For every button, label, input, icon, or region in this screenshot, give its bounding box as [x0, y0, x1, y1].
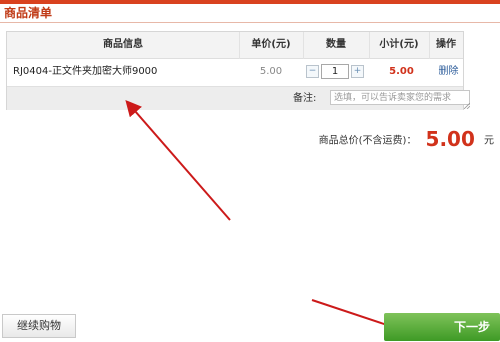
header-product-info: 商品信息 [103, 39, 143, 50]
quantity-input[interactable]: 1 [321, 64, 349, 79]
total-unit: 元 [484, 135, 494, 147]
order-total: 商品总价(不含运费)： 5.00 元 [319, 127, 494, 153]
total-label: 商品总价(不含运费)： [318, 135, 417, 147]
total-amount: 5.00 [425, 127, 475, 151]
plus-icon[interactable]: + [351, 65, 364, 78]
header-subtotal: 小计(元) [379, 39, 419, 50]
unit-price: 5.00 [259, 66, 283, 77]
row-subtotal: 5.00 [389, 66, 414, 77]
title-divider [0, 22, 500, 23]
product-name[interactable]: RJ0404-正文件夹加密大师9000 [13, 59, 228, 85]
delete-link[interactable]: 删除 [434, 59, 463, 85]
table-row: RJ0404-正文件夹加密大师9000 5.00 − 1 + 5.00 删除 [7, 59, 463, 85]
baidu-watermark-icon [401, 290, 485, 313]
header-quantity: 数量 [326, 39, 346, 50]
section-title: 商品清单 [4, 6, 53, 20]
remark-row: 备注: 选填，可以告诉卖家您的需求 [7, 86, 470, 110]
table-header: 商品信息 单价(元) 数量 小计(元) 操作 [7, 32, 463, 59]
resize-grip-icon[interactable] [464, 103, 470, 109]
cart-table: 商品信息 单价(元) 数量 小计(元) 操作 RJ0404-正文件夹加密大师90… [6, 31, 470, 110]
header-action: 操作 [436, 39, 456, 50]
remark-label: 备注: [293, 93, 317, 104]
remark-input[interactable]: 选填，可以告诉卖家您的需求 [330, 90, 470, 105]
minus-icon[interactable]: − [306, 65, 319, 78]
top-accent-bar [0, 0, 500, 4]
continue-shopping-button[interactable]: 继续购物 [2, 314, 76, 338]
quantity-stepper: − 1 + [306, 64, 366, 79]
header-unit-price: 单价(元) [251, 39, 291, 50]
annotation-arrow-remark [125, 99, 231, 221]
